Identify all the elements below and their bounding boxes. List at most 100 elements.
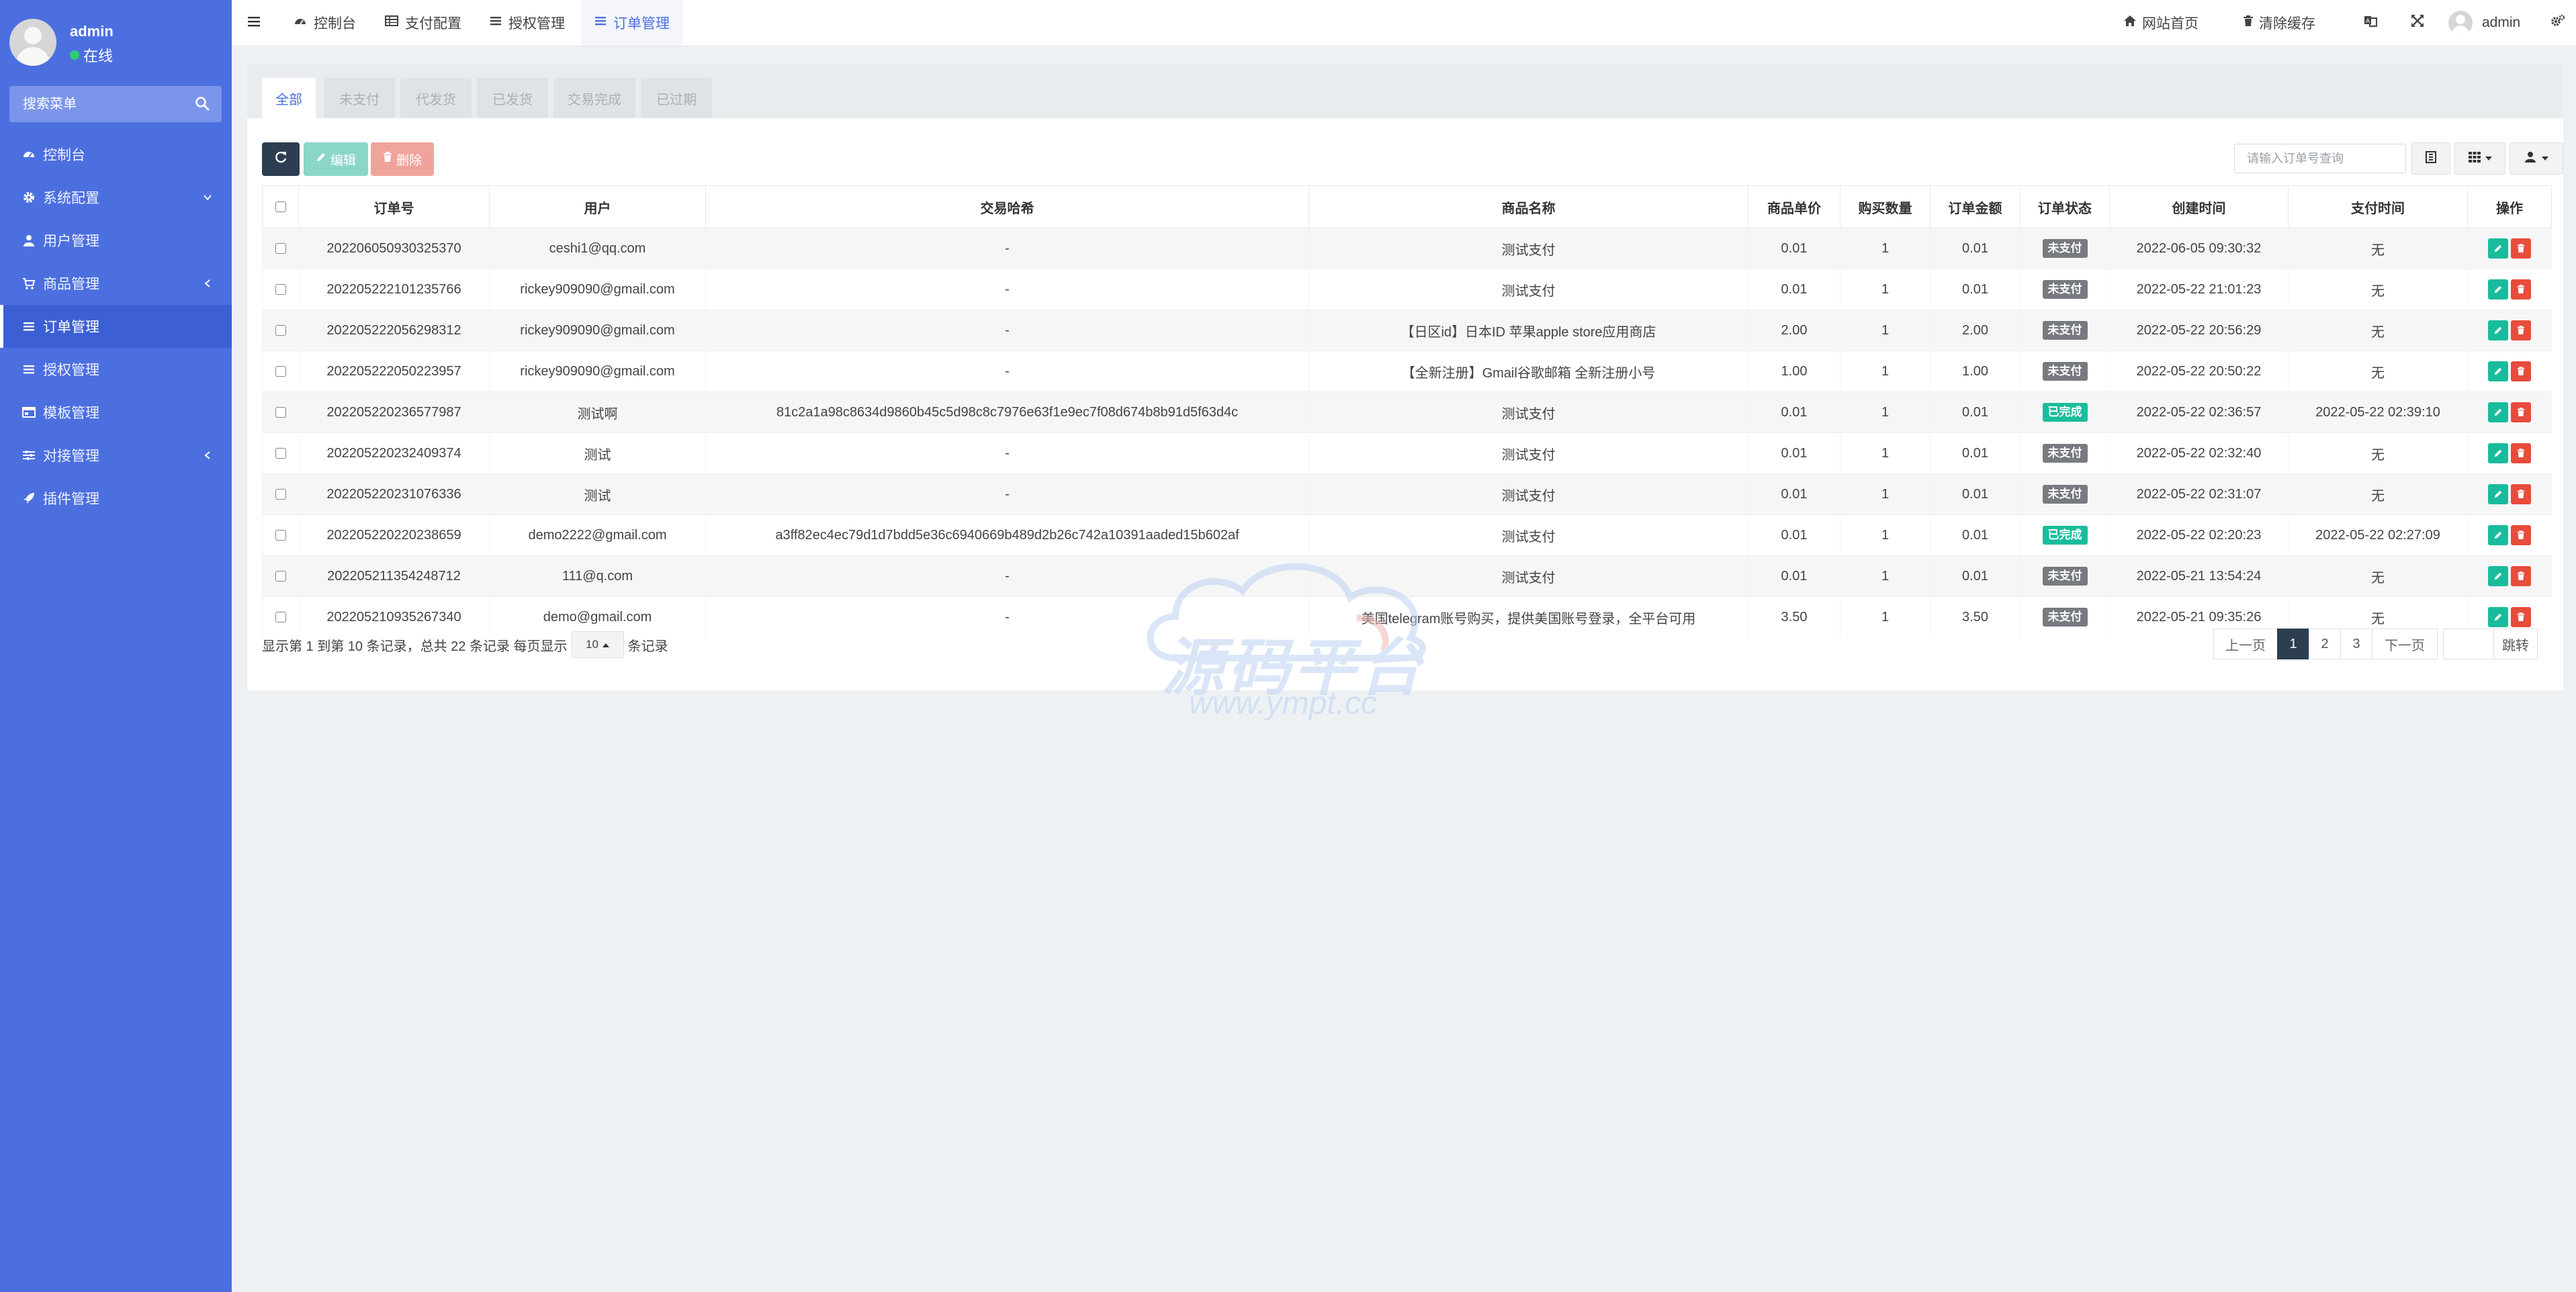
filter-tab-completed[interactable]: 交易完成 [553,78,635,118]
refresh-button[interactable] [262,142,300,176]
filter-tab-unpaid[interactable]: 未支付 [324,78,395,118]
row-edit-button[interactable] [2488,484,2509,504]
column-header-amount[interactable]: 订单金额 [1930,185,2020,228]
table-row[interactable]: 202205220236577987 测试啊 81c2a1a98c8634d9860… [262,391,2552,433]
tab-payment-config[interactable]: 支付配置 [385,0,461,46]
row-checkbox[interactable] [275,325,286,336]
delete-button[interactable]: 删除 [371,142,434,176]
search-icon[interactable] [195,96,210,114]
avatar[interactable] [9,19,56,66]
export-button[interactable] [2510,142,2563,175]
row-edit-button[interactable] [2488,566,2509,586]
chevron-left-icon [202,449,213,465]
cell-product: 测试支付 [1308,228,1748,269]
table-row[interactable]: 202205220232409374 测试 - 测试支付 0.01 1 0.01 未支付 202… [262,432,2552,474]
row-edit-button[interactable] [2488,320,2509,340]
row-checkbox[interactable] [275,284,286,295]
row-checkbox[interactable] [275,448,286,459]
row-edit-button[interactable] [2488,402,2509,422]
column-header-status[interactable]: 订单状态 [2020,185,2110,228]
column-header-hash[interactable]: 交易哈希 [705,185,1309,228]
column-header-created[interactable]: 创建时间 [2109,185,2289,228]
cell-user: demo2222@gmail.com [489,514,706,556]
table-row[interactable]: 202205222056298312 rickey909090@gmail.com… [262,310,2552,351]
column-header-user[interactable]: 用户 [489,185,706,228]
table-row[interactable]: 202205222101235766 rickey909090@gmail.com… [262,269,2552,310]
edit-button[interactable]: 编辑 [304,142,368,176]
row-delete-button[interactable] [2511,607,2532,627]
filter-tab-pending-shipment[interactable]: 代发货 [400,78,472,118]
column-header-order-no[interactable]: 订单号 [298,185,490,228]
row-delete-button[interactable] [2511,320,2532,340]
next-page-button[interactable]: 下一页 [2372,629,2438,659]
fullscreen-button[interactable] [2411,0,2424,46]
cell-amount: 0.01 [1930,555,2020,597]
filter-tab-expired[interactable]: 已过期 [641,78,712,118]
page-button-2[interactable]: 2 [2309,629,2341,659]
table-row[interactable]: 202205220231076336 测试 - 测试支付 0.01 1 0.01 未支付 202… [262,473,2552,515]
row-edit-button[interactable] [2488,279,2509,299]
row-checkbox[interactable] [275,407,286,418]
page-size-select[interactable]: 10 [571,631,624,658]
toggle-view-button[interactable] [2411,142,2450,175]
menu-toggle-icon[interactable] [247,15,261,32]
row-delete-button[interactable] [2511,279,2532,299]
page-button-1[interactable]: 1 [2277,629,2309,659]
sidebar-item-auth[interactable]: 授权管理 [0,348,232,391]
prev-page-button[interactable]: 上一页 [2213,629,2278,659]
sidebar-item-products[interactable]: 商品管理 [0,262,232,305]
row-edit-button[interactable] [2488,238,2509,259]
row-checkbox[interactable] [275,366,286,377]
jump-page-input[interactable] [2447,636,2490,652]
filter-tab-shipped[interactable]: 已发货 [477,78,548,118]
site-home-link[interactable]: 网站首页 [2123,0,2199,46]
row-delete-button[interactable] [2511,484,2532,504]
row-edit-button[interactable] [2488,361,2509,381]
tab-auth-management[interactable]: 授权管理 [490,0,565,46]
row-delete-button[interactable] [2511,443,2532,463]
jump-button[interactable]: 跳转 [2493,629,2538,659]
table-row[interactable]: 202205211354248712 111@q.com - 测试支付 0.01 1 0.0… [262,555,2552,597]
sidebar-item-system-config[interactable]: 系统配置 [0,176,232,219]
row-delete-button[interactable] [2511,361,2532,381]
clear-cache-button[interactable]: 清除缓存 [2243,0,2315,46]
table-row[interactable]: 202205222050223957 rickey909090@gmail.com… [262,351,2552,392]
row-checkbox[interactable] [275,571,286,582]
sidebar-item-users[interactable]: 用户管理 [0,219,232,262]
order-search-input[interactable] [2246,150,2396,167]
column-header-price[interactable]: 商品单价 [1748,185,1840,228]
user-menu[interactable]: admin [2448,0,2520,46]
columns-button[interactable] [2454,142,2505,175]
sidebar-item-integration[interactable]: 对接管理 [0,434,232,477]
row-edit-button[interactable] [2488,607,2509,627]
sidebar-item-plugins[interactable]: 插件管理 [0,477,232,520]
row-delete-button[interactable] [2511,566,2532,586]
pagination-info: 显示第 1 到第 10 条记录，总共 22 条记录 每页显示 10 条记录 [262,631,668,658]
sidebar-item-dashboard[interactable]: 控制台 [0,133,232,176]
row-checkbox[interactable] [275,489,286,500]
page-button-3[interactable]: 3 [2340,629,2372,659]
select-all-checkbox[interactable] [275,201,286,213]
language-button[interactable]: A [2364,0,2377,46]
column-header-qty[interactable]: 购买数量 [1840,185,1930,228]
row-delete-button[interactable] [2511,238,2532,259]
sidebar-search-input[interactable] [21,95,185,113]
row-checkbox[interactable] [275,530,286,541]
row-select-cell [262,391,299,433]
table-row[interactable]: 202206050930325370 ceshi1@qq.com - 测试支付 0.01… [262,228,2552,269]
table-row[interactable]: 202205220220238659 demo2222@gmail.com a3ff… [262,514,2552,556]
tab-order-management[interactable]: 订单管理 [581,0,683,46]
row-delete-button[interactable] [2511,525,2532,545]
sidebar-item-templates[interactable]: 模板管理 [0,391,232,434]
row-delete-button[interactable] [2511,402,2532,422]
row-checkbox[interactable] [275,612,286,623]
column-header-product[interactable]: 商品名称 [1308,185,1748,228]
column-header-paid[interactable]: 支付时间 [2288,185,2468,228]
tab-dashboard[interactable]: 控制台 [294,0,356,46]
sidebar-item-orders[interactable]: 订单管理 [0,305,232,348]
filter-tab-all[interactable]: 全部 [262,78,316,118]
row-checkbox[interactable] [275,243,286,255]
row-edit-button[interactable] [2488,443,2509,463]
settings-button[interactable] [2550,0,2565,46]
row-edit-button[interactable] [2488,525,2509,545]
